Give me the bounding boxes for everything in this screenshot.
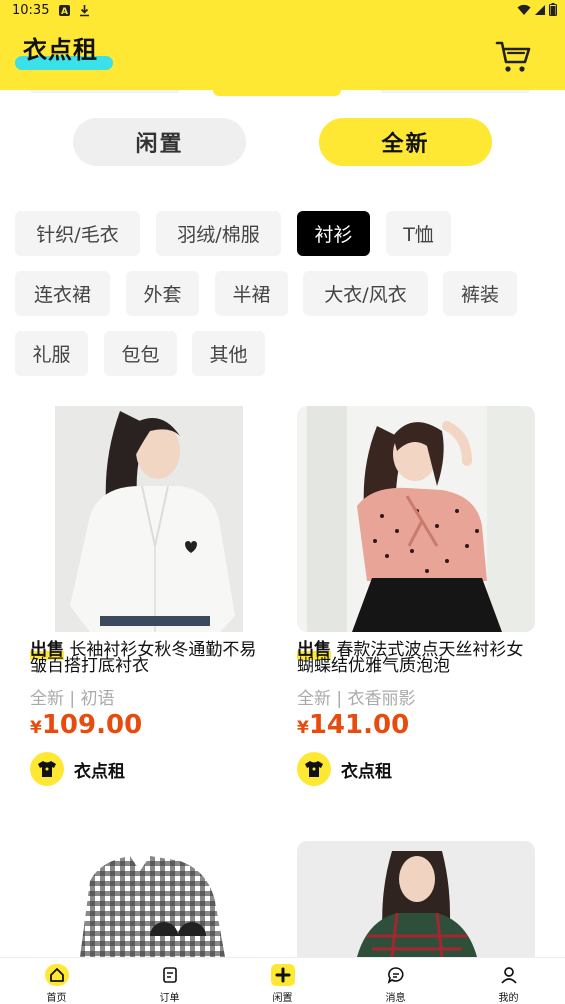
- nav-label: 订单: [159, 993, 180, 1004]
- profile-icon: [497, 964, 521, 986]
- product-meta: 全新 | 衣香丽影: [297, 689, 416, 709]
- product-card[interactable]: [30, 841, 268, 957]
- category-chip-gown[interactable]: 礼服: [15, 331, 88, 376]
- brand-label: 初语: [80, 689, 115, 709]
- nav-messages[interactable]: 消息: [339, 958, 452, 1004]
- bottom-nav: 首页 订单 闲置 消息 我的: [0, 957, 565, 1004]
- download-icon: [80, 5, 89, 17]
- brand-title: 衣点租: [23, 36, 98, 64]
- product-meta: 全新 | 初语: [30, 689, 115, 709]
- category-chip-bags[interactable]: 包包: [104, 331, 177, 376]
- product-image[interactable]: [297, 406, 535, 632]
- category-chip-jacket[interactable]: 外套: [126, 271, 199, 316]
- category-chip-pants[interactable]: 裤装: [443, 271, 517, 316]
- tab-used[interactable]: 闲置: [73, 118, 246, 166]
- shop-info[interactable]: 衣点租: [297, 752, 392, 786]
- product-price: ¥109.00: [30, 710, 142, 740]
- price-currency: ¥: [297, 718, 309, 738]
- svg-text:A: A: [61, 7, 68, 17]
- tab-new[interactable]: 全新: [319, 118, 492, 166]
- product-price: ¥141.00: [297, 710, 409, 740]
- battery-icon: [549, 3, 557, 16]
- product-title: 出售 长袖衬衫女秋冬通勤不易皱百搭打底衬衣: [30, 640, 266, 676]
- category-chip-shirt[interactable]: 衬衫: [297, 211, 370, 256]
- price-value: 141.00: [308, 710, 410, 740]
- nav-label: 我的: [498, 993, 519, 1004]
- price-value: 109.00: [41, 710, 143, 740]
- message-icon: [384, 964, 408, 986]
- product-title-text: 长袖衬衫女秋冬通勤不易皱百搭打底衬衣: [30, 640, 257, 676]
- notification-a-icon: A: [59, 5, 70, 17]
- nav-label: 首页: [46, 993, 67, 1004]
- shop-logo-tshirt-icon: [297, 752, 331, 786]
- nav-label: 消息: [385, 993, 406, 1004]
- nav-home[interactable]: 首页: [0, 958, 113, 1004]
- product-card[interactable]: [297, 841, 535, 957]
- nav-orders[interactable]: 订单: [113, 958, 226, 1004]
- banner-remnant: [0, 90, 565, 96]
- product-image[interactable]: [297, 841, 535, 957]
- order-icon: [158, 964, 182, 986]
- cart-icon[interactable]: [494, 38, 532, 74]
- product-title-text: 春款法式波点天丝衬衫女蝴蝶结优雅气质泡泡: [297, 640, 524, 676]
- category-chip-skirt[interactable]: 半裙: [215, 271, 288, 316]
- product-image[interactable]: [30, 841, 268, 957]
- price-currency: ¥: [30, 718, 42, 738]
- product-title: 出售 春款法式波点天丝衬衫女蝴蝶结优雅气质泡泡: [297, 640, 533, 676]
- brand-label: 衣香丽影: [347, 689, 416, 709]
- shop-name: 衣点租: [74, 761, 125, 782]
- home-icon: [44, 964, 69, 986]
- status-time: 10:35: [12, 3, 50, 18]
- shop-logo-tshirt-icon: [30, 752, 64, 786]
- product-image[interactable]: [30, 406, 268, 632]
- nav-profile[interactable]: 我的: [452, 958, 565, 1004]
- shop-name: 衣点租: [341, 761, 392, 782]
- category-chip-dress[interactable]: 连衣裙: [15, 271, 110, 316]
- app-header: 10:35 A 衣点租: [0, 0, 565, 90]
- signal-icon: [535, 4, 545, 15]
- nav-idle[interactable]: 闲置: [226, 958, 339, 1004]
- plus-icon: [270, 964, 295, 986]
- category-chip-coat[interactable]: 大衣/风衣: [303, 271, 428, 316]
- shop-info[interactable]: 衣点租: [30, 752, 125, 786]
- status-bar: 10:35 A: [0, 0, 565, 24]
- condition-label: 全新: [30, 689, 64, 709]
- category-chip-down[interactable]: 羽绒/棉服: [156, 211, 281, 256]
- nav-label: 闲置: [272, 993, 293, 1004]
- category-chip-knitwear[interactable]: 针织/毛衣: [15, 211, 140, 256]
- category-chip-other[interactable]: 其他: [192, 331, 265, 376]
- category-chip-tshirt[interactable]: T恤: [386, 211, 451, 256]
- wifi-icon: [517, 4, 531, 15]
- condition-label: 全新: [297, 689, 331, 709]
